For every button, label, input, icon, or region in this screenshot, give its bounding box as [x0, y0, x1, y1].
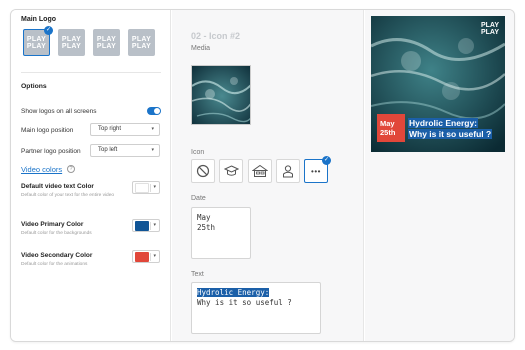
- chevron-down-icon: ▾: [151, 126, 154, 132]
- separator: [150, 184, 151, 192]
- logo-option-4[interactable]: PLAY PLAY: [128, 29, 155, 56]
- logo-option-2[interactable]: PLAY PLAY: [58, 29, 85, 56]
- icon-label: Icon: [191, 149, 205, 156]
- media-image: [192, 66, 250, 124]
- preview-date-month: May: [380, 119, 395, 128]
- help-icon[interactable]: ?: [67, 165, 75, 173]
- user-icon: [283, 165, 293, 178]
- icon-option-more[interactable]: ••• ✓: [304, 156, 331, 183]
- page-title: 02 - Icon #2: [191, 31, 241, 41]
- chevron-down-icon: ▾: [153, 222, 156, 228]
- color-label: Video Primary Color: [21, 221, 84, 228]
- partner-logo-position-value: Top left: [98, 147, 118, 153]
- secondary-color-picker[interactable]: ▾: [132, 250, 160, 263]
- icon-option-house[interactable]: [248, 159, 272, 183]
- block-icon: [196, 164, 210, 178]
- options-title: Options: [21, 83, 47, 90]
- divider: [21, 72, 161, 73]
- icon-option-block[interactable]: [191, 159, 215, 183]
- partner-logo-position-select[interactable]: Top left ▾: [90, 144, 160, 157]
- color-desc: Default color for the animations: [21, 262, 88, 267]
- main-logo-title: Main Logo: [21, 16, 56, 23]
- logo-option-text: PLAY PLAY: [96, 35, 117, 50]
- icon-option-graduation[interactable]: [219, 159, 243, 183]
- logo-option-1[interactable]: PLAY PLAY ✓: [23, 26, 53, 56]
- date-label: Date: [191, 195, 206, 202]
- preview-title-line1: Hydrolic Energy:: [408, 118, 479, 128]
- color-swatch: [135, 252, 149, 262]
- color-label: Video Secondary Color: [21, 252, 93, 259]
- check-icon: ✓: [44, 26, 53, 35]
- main-logo-position-label: Main logo position: [21, 127, 74, 134]
- editor-panel: 02 - Icon #2 Media Icon ••• ✓ Date May 2…: [172, 10, 364, 341]
- app-window: Main Logo PLAY PLAY ✓ PLAY PLAY PLAY PLA…: [10, 9, 515, 342]
- house-icon: [252, 164, 268, 177]
- video-colors-link[interactable]: Video colors: [21, 165, 62, 174]
- text-color-picker[interactable]: ▾: [132, 181, 160, 194]
- main-logo-position-value: Top right: [98, 126, 122, 132]
- video-preview[interactable]: PLAY PLAY May 25th Hydrolic Energy: Why …: [371, 16, 505, 152]
- text-line: Why is it so useful ?: [197, 297, 292, 307]
- color-desc: Default color of your text for the entir…: [21, 193, 115, 198]
- preview-title: Hydrolic Energy: Why is it so useful ?: [408, 118, 493, 140]
- text-input[interactable]: Hydrolic Energy: Why is it so useful ?: [191, 282, 321, 334]
- icon-option-user[interactable]: [276, 159, 300, 183]
- selected-text: Hydrolic Energy:: [197, 288, 270, 297]
- text-label: Text: [191, 271, 204, 278]
- more-icon: •••: [311, 166, 321, 176]
- primary-color-picker[interactable]: ▾: [132, 219, 160, 232]
- chevron-down-icon: ▾: [153, 253, 156, 259]
- logo-option-text: PLAY PLAY: [131, 35, 152, 50]
- separator: [150, 253, 151, 261]
- chevron-down-icon: ▾: [153, 184, 156, 190]
- main-logo-position-select[interactable]: Top right ▾: [90, 123, 160, 136]
- preview-panel: PLAY PLAY May 25th Hydrolic Energy: Why …: [365, 10, 514, 341]
- media-thumbnail[interactable]: [191, 65, 251, 125]
- preview-date: May 25th: [377, 114, 405, 142]
- partner-logo-position-label: Partner logo position: [21, 148, 81, 155]
- color-label: Default video text Color: [21, 183, 94, 190]
- preview-logo: PLAY PLAY: [480, 22, 499, 36]
- color-swatch: [135, 221, 149, 231]
- date-input[interactable]: May 25th: [191, 207, 251, 259]
- color-swatch: [135, 183, 149, 193]
- media-label: Media: [191, 45, 211, 52]
- logo-option-text: PLAY PLAY: [26, 35, 47, 50]
- graduation-cap-icon: [223, 165, 239, 176]
- color-desc: Default color for the backgrounds: [21, 231, 92, 236]
- toggle-knob: [154, 108, 160, 114]
- settings-panel: Main Logo PLAY PLAY ✓ PLAY PLAY PLAY PLA…: [11, 10, 171, 341]
- show-logos-toggle[interactable]: [147, 107, 161, 115]
- preview-date-day: 25th: [380, 128, 396, 137]
- show-logos-label: Show logos on all screens: [21, 108, 97, 115]
- separator: [150, 222, 151, 230]
- preview-title-line2: Why is it so useful ?: [408, 129, 493, 139]
- chevron-down-icon: ▾: [151, 147, 154, 153]
- logo-option-text: PLAY PLAY: [61, 35, 82, 50]
- logo-option-3[interactable]: PLAY PLAY: [93, 29, 120, 56]
- check-icon: ✓: [322, 156, 331, 165]
